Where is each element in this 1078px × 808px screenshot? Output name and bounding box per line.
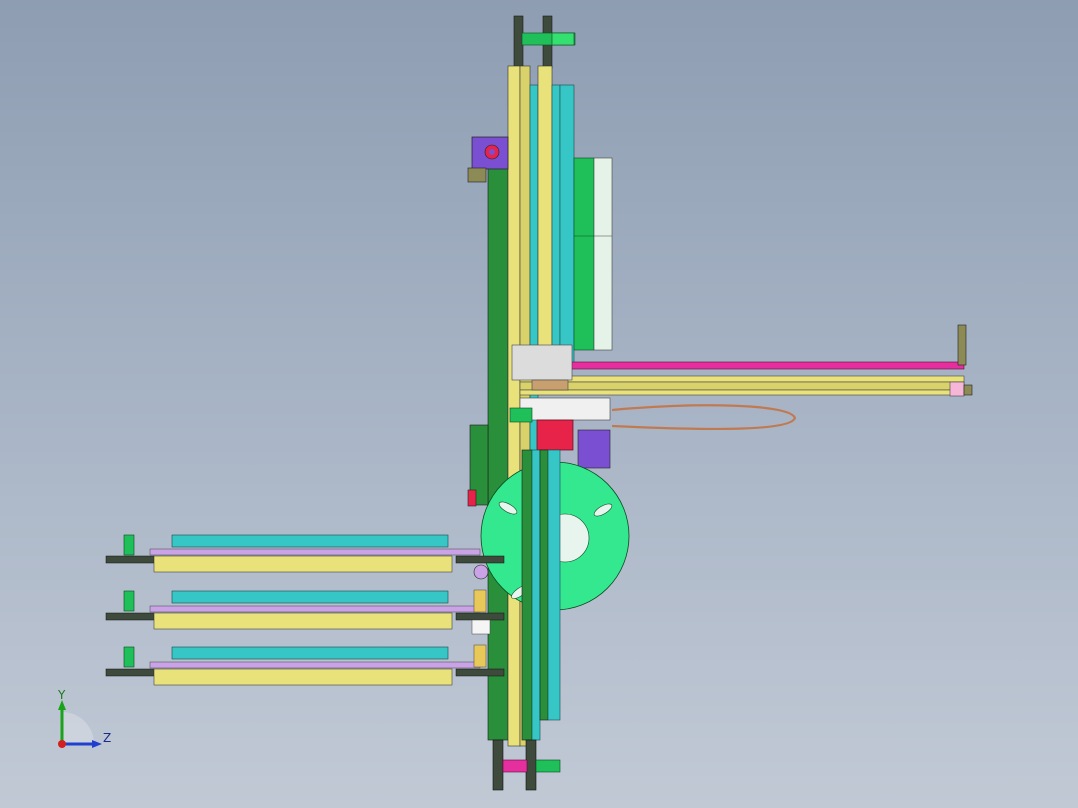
left-roller-icon — [123, 590, 135, 612]
lavender-bar — [149, 605, 481, 613]
stepper-motor-icon — [577, 429, 611, 469]
left-roller-icon — [123, 534, 135, 556]
pale-panel — [593, 157, 613, 351]
cable-icon — [611, 404, 797, 431]
left-roller-icon — [123, 646, 135, 668]
main-green-column — [487, 164, 509, 741]
horizontal-yellow-rail-1 — [519, 375, 965, 383]
yellow-rail-3 — [537, 65, 553, 367]
red-actuator — [536, 419, 574, 451]
left-arm-row-3[interactable] — [105, 646, 505, 686]
cad-viewport[interactable]: Y Z — [0, 0, 1078, 808]
cyan-rail-3 — [559, 84, 575, 366]
magenta-bar — [565, 361, 965, 370]
arm-end-bracket — [957, 324, 967, 366]
green-panel — [573, 157, 595, 351]
top-gear-assembly[interactable] — [513, 15, 576, 69]
top-gear-left-icon — [513, 15, 524, 69]
left-arm-row-2[interactable] — [105, 590, 505, 630]
gear-icon — [105, 555, 155, 564]
gear-icon — [105, 612, 155, 621]
cyan-rail-2 — [551, 84, 561, 366]
bottom-gear-left-icon — [492, 739, 504, 791]
left-arm-row-1[interactable] — [105, 534, 505, 573]
lavender-bar — [149, 661, 481, 669]
x-axis-icon — [58, 740, 66, 748]
gear-icon — [105, 668, 155, 677]
gear-icon — [455, 555, 505, 564]
gear-icon — [455, 668, 505, 677]
gear-icon — [455, 612, 505, 621]
yellow-rail-1 — [507, 65, 521, 747]
bottom-gear-right-icon — [525, 739, 537, 791]
lavender-bar — [149, 548, 481, 556]
assembly-model[interactable] — [0, 0, 1078, 808]
bottom-gear-assembly[interactable] — [492, 739, 561, 791]
horizontal-yellow-rail-2 — [519, 381, 965, 391]
axis-y-label: Y — [58, 688, 66, 702]
axis-z-label: Z — [103, 731, 112, 745]
